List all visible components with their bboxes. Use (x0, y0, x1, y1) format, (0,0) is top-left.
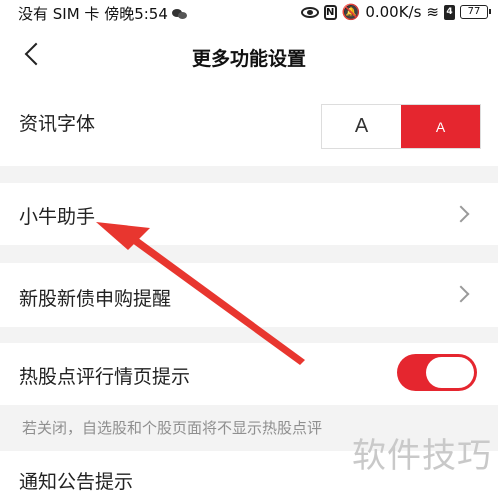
section-divider (0, 166, 498, 183)
sim-icon: 4 (444, 4, 455, 20)
nfc-icon: N (323, 4, 337, 20)
font-size-large-option[interactable]: A (401, 105, 480, 148)
hot-stock-comment-label: 热股点评行情页提示 (19, 366, 191, 388)
carrier-time: 没有 SIM 卡 傍晚5:54 (18, 5, 168, 23)
ipo-reminder-label: 新股新债申购提醒 (19, 288, 172, 310)
hot-stock-comment-hint: 若关闭，自选股和个股页面将不显示热股点评 (22, 419, 323, 437)
status-bar: 没有 SIM 卡 傍晚5:54 N 🔕 0.00K/s ≋ 4 77 (0, 0, 498, 28)
status-right: N 🔕 0.00K/s ≋ 4 77 (300, 2, 491, 21)
font-setting-label: 资讯字体 (19, 113, 96, 135)
switch-knob (426, 357, 474, 388)
notice-label: 通知公告提示 (19, 471, 134, 491)
hot-stock-comment-switch[interactable] (397, 354, 477, 391)
section-divider (0, 327, 498, 343)
wechat-icon (171, 8, 188, 20)
chevron-right-icon (452, 205, 470, 223)
assistant-label: 小牛助手 (19, 206, 96, 228)
chevron-right-icon (452, 285, 470, 303)
eye-icon (300, 6, 319, 18)
section-divider (0, 245, 498, 263)
status-left: 没有 SIM 卡 傍晚5:54 (18, 3, 188, 24)
battery-icon: 77 (460, 5, 491, 19)
mute-icon: 🔕 (341, 2, 361, 21)
settings-screen: 没有 SIM 卡 傍晚5:54 N 🔕 0.00K/s ≋ 4 77 更多功能设… (0, 0, 498, 491)
network-speed: 0.00K/s (365, 3, 422, 21)
font-size-toggle[interactable]: A A (321, 104, 481, 149)
watermark-text: 软件技巧 (352, 436, 492, 476)
font-size-normal-option[interactable]: A (322, 105, 401, 148)
battery-level: 77 (467, 6, 481, 17)
nav-header: 更多功能设置 (0, 36, 498, 80)
page-title: 更多功能设置 (191, 48, 306, 70)
wifi-icon: ≋ (426, 2, 439, 21)
